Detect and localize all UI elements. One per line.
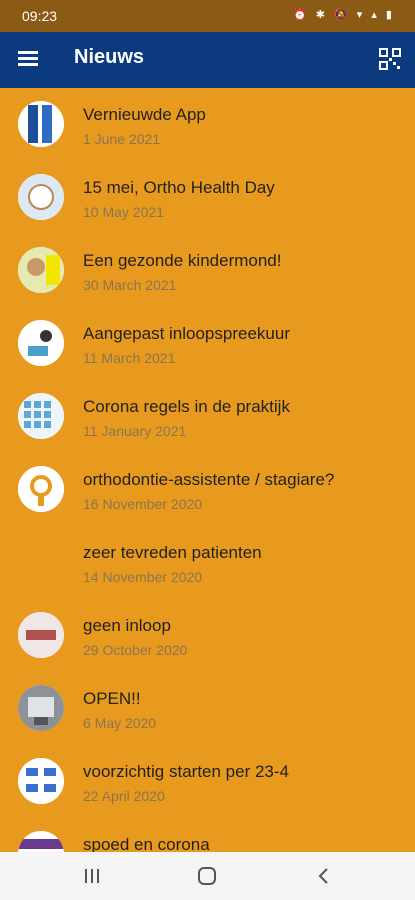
status-time: 09:23 xyxy=(22,8,58,24)
news-title: voorzichtig starten per 23-4 xyxy=(83,762,289,781)
news-date: 6 May 2020 xyxy=(83,715,157,731)
news-title: spoed en corona xyxy=(83,835,210,852)
news-item[interactable]: Een gezonde kindermond! 30 March 2021 xyxy=(0,234,415,307)
thumbnail-image xyxy=(18,320,64,366)
news-title: OPEN!! xyxy=(83,689,141,708)
news-title: 15 mei, Ortho Health Day xyxy=(83,178,275,197)
news-item[interactable]: geen inloop 29 October 2020 xyxy=(0,599,415,672)
news-item[interactable]: spoed en corona xyxy=(0,818,415,852)
news-list: Vernieuwde App 1 June 2021 15 mei, Ortho… xyxy=(0,88,415,852)
news-title: geen inloop xyxy=(83,616,171,635)
news-item[interactable]: zeer tevreden patienten 14 November 2020 xyxy=(0,526,415,599)
news-date: 11 March 2021 xyxy=(83,350,176,366)
thumbnail-image xyxy=(18,101,64,147)
system-navigation-bar xyxy=(0,852,415,900)
news-title: orthodontie-assistente / stagiare? xyxy=(83,470,335,489)
news-item[interactable]: Aangepast inloopspreekuur 11 March 2021 xyxy=(0,307,415,380)
news-title: Een gezonde kindermond! xyxy=(83,251,282,270)
news-date: 1 June 2021 xyxy=(83,131,161,147)
news-date: 22 April 2020 xyxy=(83,788,165,804)
home-icon[interactable] xyxy=(195,864,219,888)
news-title: Corona regels in de praktijk xyxy=(83,397,290,416)
news-item[interactable]: orthodontie-assistente / stagiare? 16 No… xyxy=(0,453,415,526)
back-icon[interactable] xyxy=(312,864,336,888)
app-bar: Nieuws xyxy=(0,32,415,88)
thumbnail-image xyxy=(18,612,64,658)
recents-icon[interactable] xyxy=(80,864,104,888)
news-item[interactable]: voorzichtig starten per 23-4 22 April 20… xyxy=(0,745,415,818)
thumbnail-image xyxy=(18,393,64,439)
qr-code-icon[interactable] xyxy=(379,48,401,70)
status-icons: ⏰ ✱ 🔕 ▾ ▴ ▮ xyxy=(293,9,395,21)
news-date: 29 October 2020 xyxy=(83,642,188,658)
thumbnail-image xyxy=(18,685,64,731)
status-bar: 09:23 ⏰ ✱ 🔕 ▾ ▴ ▮ xyxy=(0,0,415,32)
thumbnail-image xyxy=(18,247,64,293)
news-item[interactable]: OPEN!! 6 May 2020 xyxy=(0,672,415,745)
news-item[interactable]: 15 mei, Ortho Health Day 10 May 2021 xyxy=(0,161,415,234)
thumbnail-image xyxy=(18,466,64,512)
news-title: Aangepast inloopspreekuur xyxy=(83,324,290,343)
thumbnail-image xyxy=(18,174,64,220)
hamburger-menu-icon[interactable] xyxy=(16,48,40,72)
page-title: Nieuws xyxy=(74,46,145,68)
news-item[interactable]: Vernieuwde App 1 June 2021 xyxy=(0,88,415,161)
news-title: zeer tevreden patienten xyxy=(83,543,262,562)
news-date: 14 November 2020 xyxy=(83,569,203,585)
news-item[interactable]: Corona regels in de praktijk 11 January … xyxy=(0,380,415,453)
news-date: 11 January 2021 xyxy=(83,423,187,439)
news-date: 16 November 2020 xyxy=(83,496,203,512)
news-date: 10 May 2021 xyxy=(83,204,164,220)
thumbnail-image xyxy=(18,831,64,852)
news-date: 30 March 2021 xyxy=(83,277,177,293)
thumbnail-image xyxy=(18,758,64,804)
news-title: Vernieuwde App xyxy=(83,105,206,124)
